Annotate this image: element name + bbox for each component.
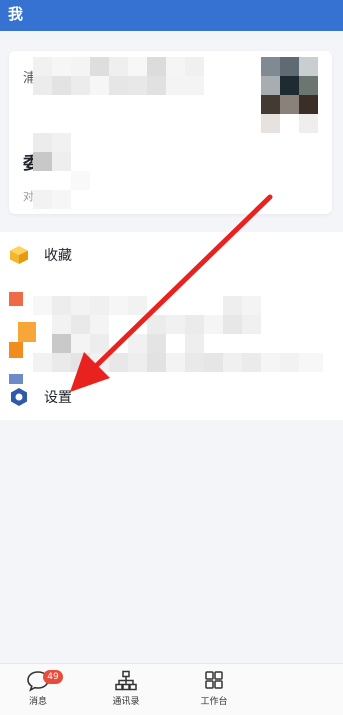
tab-messages[interactable]: 49 消息 <box>13 668 63 712</box>
app-header: 我 <box>0 0 343 31</box>
cube-icon <box>10 246 28 264</box>
menu-label-favorites: 收藏 <box>44 248 72 264</box>
unread-badge: 49 <box>43 670 63 684</box>
obscured-menu-items <box>0 292 343 384</box>
menu-item-favorites[interactable]: 收藏 <box>0 232 343 278</box>
profile-card[interactable]: 浦 委 对 <box>9 51 332 214</box>
tab-label-messages: 消息 <box>28 697 47 707</box>
org-chart-icon <box>115 670 137 691</box>
grid-icon <box>205 671 223 689</box>
tab-workbench[interactable]: 工作台 <box>189 668 239 712</box>
profile-mosaic <box>33 57 318 209</box>
menu-mosaic <box>9 292 323 384</box>
tab-label-contacts: 通讯录 <box>112 697 140 707</box>
hexagon-gear-icon <box>11 388 27 406</box>
bottom-tab-bar: 49 消息 通讯录 工作台 <box>0 663 343 715</box>
tab-label-workbench: 工作台 <box>200 697 228 707</box>
menu-label-settings: 设置 <box>44 390 72 406</box>
tab-contacts[interactable]: 通讯录 <box>101 668 151 712</box>
page-title: 我 <box>8 5 24 23</box>
